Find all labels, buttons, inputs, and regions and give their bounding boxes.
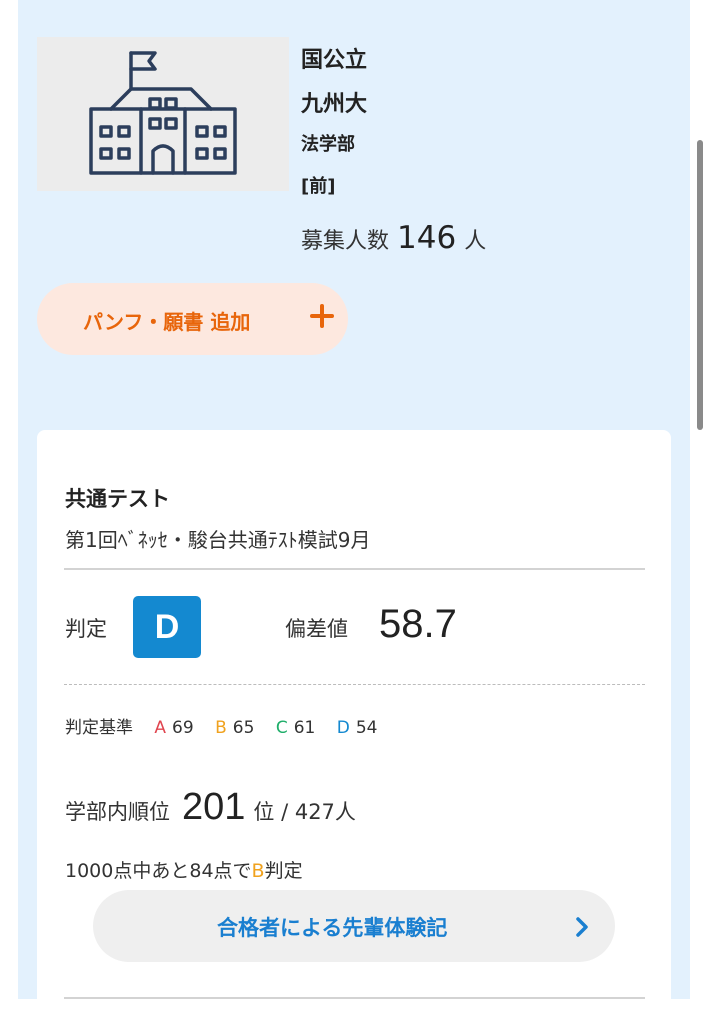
judgment-label: 判定 xyxy=(65,617,107,641)
capacity-value: 146 xyxy=(397,220,457,256)
criteria-item-b: B 65 xyxy=(215,718,254,738)
criteria-value: 69 xyxy=(172,718,194,738)
plus-icon xyxy=(310,304,334,328)
school-image xyxy=(37,37,289,191)
criteria-item-d: D 54 xyxy=(337,718,378,738)
university-name: 九州大 xyxy=(301,92,368,117)
judgment-grade-badge: D xyxy=(133,596,201,658)
chevron-right-icon xyxy=(576,917,588,937)
deviation-value: 58.7 xyxy=(379,602,457,646)
exam-schedule: [前] xyxy=(301,176,336,197)
criteria-grade: A xyxy=(154,718,167,738)
result-card: 共通テスト 第1回ﾍﾞﾈｯｾ・駿台共通ﾃｽﾄ模試9月 判定 D 偏差値 58.7… xyxy=(37,430,671,1010)
rank-value: 201 xyxy=(182,786,246,828)
criteria-grade: B xyxy=(215,718,227,738)
faculty-rank: 学部内順位 201 位 / 427人 xyxy=(65,786,356,829)
target-suffix: 判定 xyxy=(264,860,303,882)
points-to-next-grade: 1000点中あと84点でB判定 xyxy=(65,856,303,883)
target-grade: B xyxy=(251,860,265,882)
capacity: 募集人数 146 人 xyxy=(301,220,486,256)
school-type: 国公立 xyxy=(301,48,368,73)
exam-name: 第1回ﾍﾞﾈｯｾ・駿台共通ﾃｽﾄ模試9月 xyxy=(65,528,371,552)
school-building-icon xyxy=(89,51,237,175)
criteria-value: 54 xyxy=(355,718,378,738)
criteria-item-c: C 61 xyxy=(276,718,316,738)
target-prefix: 1000点中あと84点で xyxy=(65,860,252,882)
criteria-value: 61 xyxy=(293,718,316,738)
senior-experience-label: 合格者による先輩体験記 xyxy=(217,916,448,940)
capacity-unit: 人 xyxy=(464,229,487,254)
rank-total: 位 / 427人 xyxy=(253,800,356,824)
section-title: 共通テスト xyxy=(65,487,170,511)
criteria-label: 判定基準 xyxy=(65,718,133,738)
dashed-divider xyxy=(64,684,645,685)
divider xyxy=(64,568,645,570)
rank-label: 学部内順位 xyxy=(65,800,170,824)
criteria-value: 65 xyxy=(232,718,255,738)
capacity-label: 募集人数 xyxy=(301,229,390,254)
criteria-grade: C xyxy=(275,718,288,738)
judgment-criteria: 判定基準 A 69 B 65 C 61 D 54 xyxy=(65,713,377,738)
faculty-name: 法学部 xyxy=(301,134,355,155)
scrollbar[interactable] xyxy=(697,140,703,430)
criteria-item-a: A 69 xyxy=(154,718,193,738)
add-pamphlet-button[interactable]: パンフ・願書 追加 xyxy=(37,283,348,355)
senior-experience-button[interactable]: 合格者による先輩体験記 xyxy=(93,890,615,962)
deviation-label: 偏差値 xyxy=(285,617,348,641)
criteria-grade: D xyxy=(336,718,350,738)
add-pamphlet-label: パンフ・願書 追加 xyxy=(83,310,251,334)
